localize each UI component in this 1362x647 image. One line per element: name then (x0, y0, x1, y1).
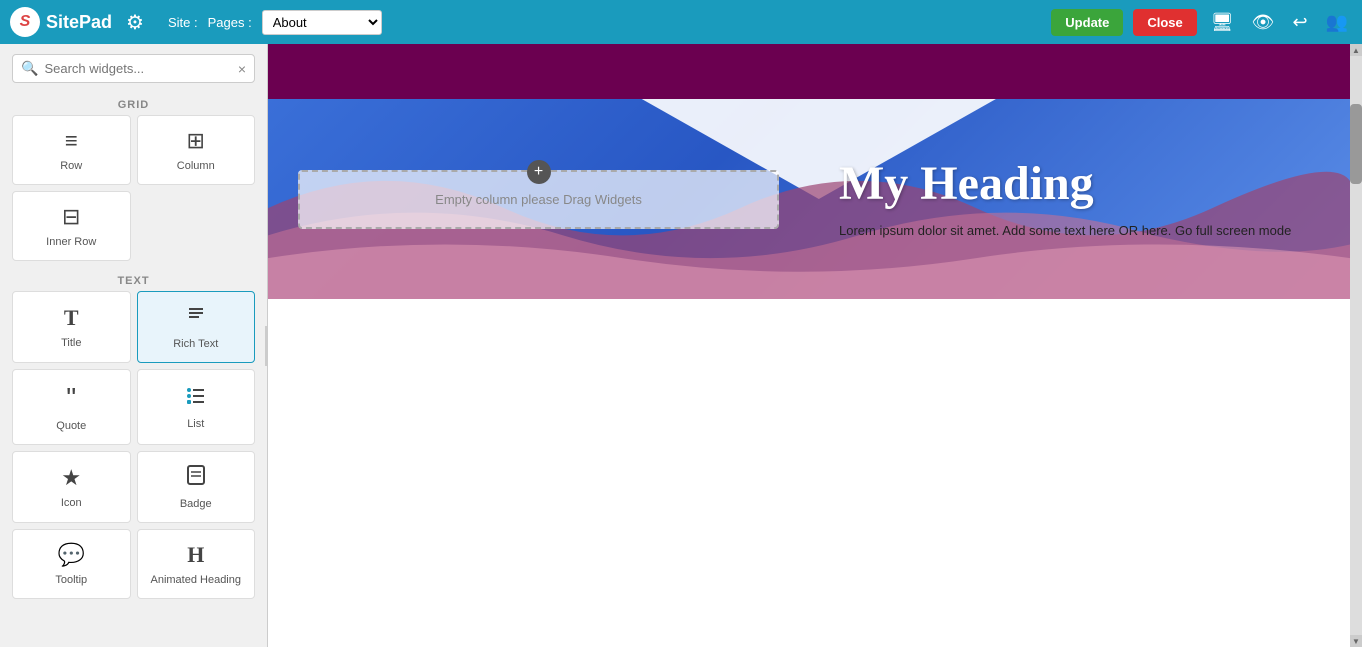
column-icon: ⊞ (187, 128, 205, 154)
hero-right-column: My Heading Lorem ipsum dolor sit amet. A… (809, 138, 1350, 260)
rich-text-label: Rich Text (173, 338, 218, 350)
column-label: Column (177, 160, 215, 172)
quote-label: Quote (56, 420, 86, 432)
icon-widget-icon: ★ (61, 465, 81, 491)
settings-button[interactable]: ⚙ (122, 6, 148, 39)
site-label: Site : (168, 15, 198, 30)
tooltip-label: Tooltip (55, 574, 87, 586)
icon-label: Icon (61, 497, 82, 509)
top-sections (268, 44, 1350, 99)
logo-letter: S (20, 13, 31, 31)
title-label: Title (61, 337, 81, 349)
animated-heading-label: Animated Heading (150, 574, 241, 586)
rich-text-widget[interactable]: Rich Text (137, 291, 256, 363)
close-button[interactable]: Close (1133, 9, 1196, 36)
grid-section-label: GRID (0, 99, 267, 111)
badge-icon (185, 464, 207, 492)
undo-icon-button[interactable]: ↩ (1288, 8, 1311, 37)
inner-row-label: Inner Row (46, 236, 96, 248)
hero-body-text[interactable]: Lorem ipsum dolor sit amet. Add some tex… (839, 221, 1320, 241)
search-bar: 🔍 × (12, 54, 255, 83)
clear-search-button[interactable]: × (238, 61, 246, 77)
tooltip-widget[interactable]: 💬 Tooltip (12, 529, 131, 599)
title-icon: T (64, 305, 79, 331)
app-name: SitePad (46, 12, 112, 33)
add-widget-button[interactable]: + (527, 160, 551, 184)
row-icon: ≡ (65, 128, 78, 154)
hero-section: + Empty column please Drag Widgets My He… (268, 99, 1350, 299)
tooltip-icon: 💬 (58, 542, 85, 568)
quote-icon: " (66, 382, 76, 414)
top-section-2 (539, 44, 810, 99)
update-button[interactable]: Update (1051, 9, 1123, 36)
grid-widget-grid: ≡ Row ⊞ Column ⊟ Inner Row (0, 115, 267, 269)
right-scrollbar[interactable]: ▲ ▼ (1350, 44, 1362, 647)
scrollbar-thumb[interactable] (1350, 104, 1362, 184)
drop-zone-text: Empty column please Drag Widgets (435, 192, 642, 207)
left-panel: 🔍 × GRID ≡ Row ⊞ Column ⊟ Inner Row TEXT (0, 44, 268, 647)
animated-heading-icon: H (187, 542, 204, 568)
search-icon: 🔍 (21, 60, 38, 77)
top-section-4 (1080, 44, 1351, 99)
pages-label: Pages : (208, 15, 252, 30)
content-area (268, 299, 1350, 639)
row-widget[interactable]: ≡ Row (12, 115, 131, 185)
list-label: List (187, 418, 204, 430)
text-section-label: TEXT (0, 275, 267, 287)
scroll-down-button[interactable]: ▼ (1350, 635, 1362, 647)
logo-icon: S (10, 7, 40, 37)
top-section-3 (809, 44, 1080, 99)
animated-heading-widget[interactable]: H Animated Heading (137, 529, 256, 599)
main-layout: 🔍 × GRID ≡ Row ⊞ Column ⊟ Inner Row TEXT (0, 44, 1362, 647)
list-icon (185, 384, 207, 412)
desktop-icon-button[interactable]: 🖥 (1207, 8, 1238, 37)
preview-icon-button[interactable]: 👁 (1248, 8, 1279, 37)
list-widget[interactable]: List (137, 369, 256, 445)
text-widget-grid: T Title Rich Text " Quote (0, 291, 267, 607)
column-widget[interactable]: ⊞ Column (137, 115, 256, 185)
inner-row-icon: ⊟ (62, 204, 80, 230)
top-section-1 (268, 44, 539, 99)
hero-heading[interactable]: My Heading (839, 158, 1320, 211)
scroll-up-button[interactable]: ▲ (1350, 44, 1362, 56)
canvas-area: + Empty column please Drag Widgets My He… (268, 44, 1350, 647)
title-widget[interactable]: T Title (12, 291, 131, 363)
inner-row-widget[interactable]: ⊟ Inner Row (12, 191, 131, 261)
quote-widget[interactable]: " Quote (12, 369, 131, 445)
search-input[interactable] (44, 61, 237, 76)
app-logo: S SitePad (10, 7, 112, 37)
drop-zone[interactable]: + Empty column please Drag Widgets (298, 170, 779, 229)
users-icon-button[interactable]: 👥 (1322, 8, 1352, 37)
navbar: S SitePad ⚙ Site : Pages : About Home Co… (0, 0, 1362, 44)
row-label: Row (60, 160, 82, 172)
icon-widget[interactable]: ★ Icon (12, 451, 131, 523)
pages-dropdown[interactable]: About Home Contact (262, 10, 382, 35)
rich-text-icon (185, 304, 207, 332)
badge-label: Badge (180, 498, 212, 510)
hero-left-column: + Empty column please Drag Widgets (268, 150, 809, 249)
badge-widget[interactable]: Badge (137, 451, 256, 523)
